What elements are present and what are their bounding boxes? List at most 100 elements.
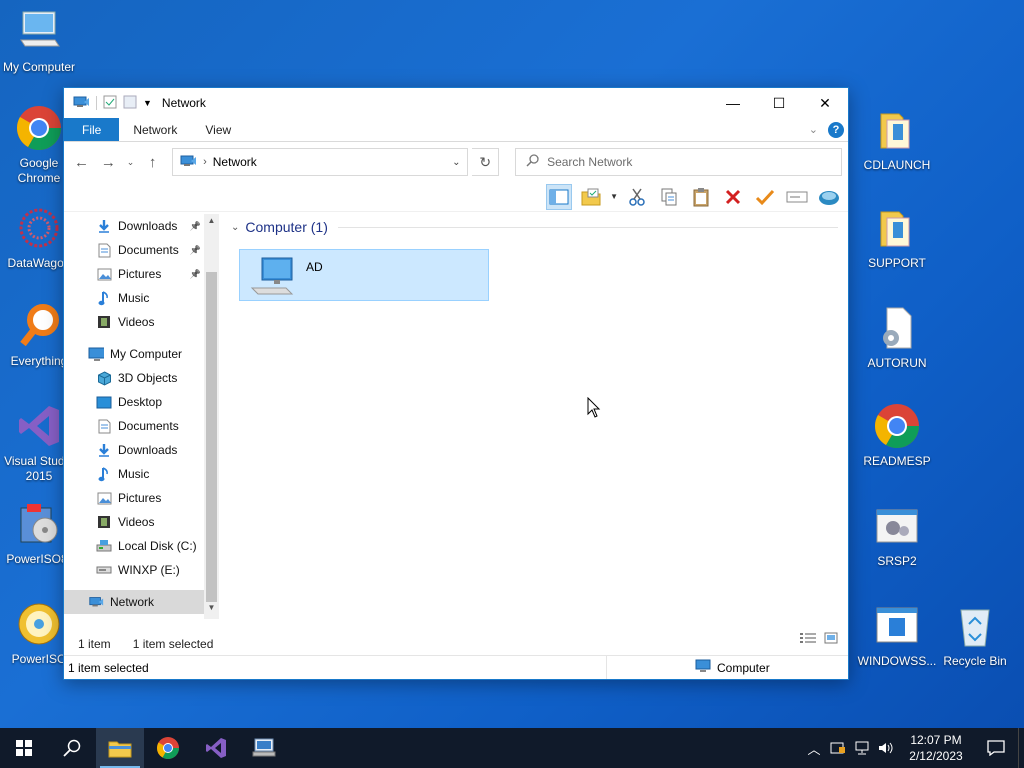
poweriso-disc-icon — [15, 600, 63, 648]
nav-item-local-disk-c[interactable]: Local Disk (C:) — [64, 534, 219, 558]
show-desktop-button[interactable] — [1018, 728, 1024, 768]
nav-item-label: Network — [110, 595, 155, 609]
close-button[interactable]: ✕ — [802, 88, 848, 118]
taskbar-chrome[interactable] — [144, 728, 192, 768]
file-list[interactable]: ⌄ Computer (1) AD — [229, 214, 848, 619]
properties-icon[interactable] — [103, 95, 117, 112]
pin-icon: 📌 — [189, 268, 201, 279]
nav-item-videos[interactable]: Videos — [64, 310, 219, 334]
recent-locations-button[interactable]: ⌄ — [124, 150, 137, 174]
nav-item-pictures[interactable]: Pictures — [64, 486, 219, 510]
computer-item-label: AD — [306, 260, 323, 274]
computer-item-tile[interactable]: AD — [239, 249, 489, 301]
navigation-pane[interactable]: Downloads 📌 Documents 📌 Pictures 📌 Music Videos… — [64, 214, 219, 619]
search-icon — [526, 154, 539, 170]
ribbon-tabs: File Network View ⌄ ? — [64, 118, 848, 142]
status-zone: Computer — [606, 656, 848, 679]
forward-button[interactable]: → — [97, 150, 120, 174]
settings-file-icon — [873, 304, 921, 352]
chevron-down-icon[interactable]: ▼ — [610, 192, 618, 201]
expand-ribbon-icon[interactable]: ⌄ — [809, 123, 818, 136]
nav-item-my-computer[interactable]: My Computer — [64, 342, 219, 366]
nav-item-downloads[interactable]: Downloads 📌 — [64, 214, 219, 238]
scroll-up-icon[interactable]: ▲ — [204, 216, 219, 230]
nav-item-winxp-e[interactable]: WINXP (E:) — [64, 558, 219, 582]
title-bar[interactable]: ▼ Network — ☐ ✕ — [64, 88, 848, 118]
nav-item-label: Pictures — [118, 491, 162, 505]
tab-network[interactable]: Network — [119, 118, 191, 141]
delete-icon[interactable] — [720, 184, 746, 210]
status-zone-label: Computer — [717, 660, 770, 675]
taskbar-visual-studio[interactable] — [192, 728, 240, 768]
notifications-button[interactable] — [974, 740, 1018, 756]
checkmark-icon[interactable] — [752, 184, 778, 210]
nav-item-desktop[interactable]: Desktop — [64, 390, 219, 414]
desktop-icon-support[interactable]: SUPPORT — [857, 204, 937, 271]
copy-icon[interactable] — [656, 184, 682, 210]
pin-icon: 📌 — [189, 244, 201, 255]
desktop-icon-windowss[interactable]: WINDOWSS... — [857, 602, 937, 669]
chrome-icon — [15, 104, 63, 152]
help-icon[interactable]: ? — [828, 121, 844, 138]
mouse-cursor-icon — [587, 396, 601, 422]
nav-item-pictures[interactable]: Pictures 📌 — [64, 262, 219, 286]
desktop-icon-my-computer[interactable]: My Computer — [0, 8, 79, 75]
new-folder-icon[interactable] — [123, 95, 137, 112]
clock[interactable]: 12:07 PM 2/12/2023 — [898, 732, 974, 764]
nav-item-music[interactable]: Music — [64, 286, 219, 310]
nav-item-network[interactable]: Network — [64, 590, 219, 614]
file-explorer-window[interactable]: ▼ Network — ☐ ✕ File Network View ⌄ ? ← … — [63, 87, 849, 680]
group-header[interactable]: ⌄ Computer (1) — [231, 214, 848, 240]
paste-icon[interactable] — [688, 184, 714, 210]
refresh-button[interactable]: ↻ — [472, 148, 500, 176]
chevron-down-icon[interactable]: ⌄ — [231, 222, 239, 233]
address-bar[interactable]: › Network ⌄ — [172, 148, 469, 176]
nav-item-downloads[interactable]: Downloads — [64, 438, 219, 462]
windows-logo-icon — [16, 740, 32, 756]
start-button[interactable] — [0, 728, 48, 768]
security-icon[interactable] — [826, 741, 850, 755]
breadcrumb-separator-icon[interactable]: › — [203, 156, 207, 168]
taskbar-file-explorer[interactable] — [96, 728, 144, 768]
search-button[interactable] — [48, 728, 96, 768]
nav-item-documents[interactable]: Documents — [64, 414, 219, 438]
maximize-button[interactable]: ☐ — [756, 88, 802, 118]
network-status-icon[interactable] — [850, 741, 874, 755]
details-view-icon[interactable] — [800, 632, 816, 647]
network-sharing-icon[interactable] — [816, 184, 842, 210]
desktop-icon-srsp2[interactable]: SRSP2 — [857, 502, 937, 569]
minimize-button[interactable]: — — [710, 88, 756, 118]
search-box[interactable]: Search Network — [515, 148, 842, 176]
back-button[interactable]: ← — [70, 150, 93, 174]
large-icons-view-icon[interactable] — [824, 632, 838, 647]
breadcrumb[interactable]: Network — [213, 155, 257, 169]
up-button[interactable]: ↑ — [141, 150, 164, 174]
cut-icon[interactable] — [624, 184, 650, 210]
nav-item-label: 3D Objects — [118, 371, 178, 385]
search-input[interactable]: Search Network — [547, 155, 632, 169]
chevron-up-icon[interactable]: ︿ — [802, 739, 826, 758]
properties-folder-icon[interactable] — [578, 184, 604, 210]
address-dropdown-icon[interactable]: ⌄ — [445, 157, 467, 168]
desktop-icon-cdlaunch[interactable]: CDLAUNCH — [857, 106, 937, 173]
scroll-thumb[interactable] — [206, 272, 217, 602]
nav-scrollbar[interactable]: ▲ ▼ — [204, 214, 219, 619]
rename-icon[interactable] — [784, 184, 810, 210]
desktop-icon-recycle-bin[interactable]: Recycle Bin — [935, 602, 1015, 669]
nav-item-documents[interactable]: Documents 📌 — [64, 238, 219, 262]
chevron-down-icon[interactable]: ▼ — [143, 98, 152, 108]
nav-item-music[interactable]: Music — [64, 462, 219, 486]
desktop-icon-readmesp[interactable]: READMESP — [857, 402, 937, 469]
tab-file[interactable]: File — [64, 118, 120, 141]
volume-icon[interactable] — [874, 741, 898, 755]
nav-item-videos[interactable]: Videos — [64, 510, 219, 534]
desktop-icon-label: AUTORUN — [867, 356, 927, 370]
navigation-pane-icon[interactable] — [546, 183, 573, 210]
notification-icon — [987, 740, 1005, 756]
nav-item-3d-objects[interactable]: 3D Objects — [64, 366, 219, 390]
desktop-icon-autorun[interactable]: AUTORUN — [857, 304, 937, 371]
scroll-down-icon[interactable]: ▼ — [204, 603, 219, 617]
tab-view[interactable]: View — [191, 118, 245, 141]
clock-date: 2/12/2023 — [909, 749, 963, 763]
taskbar-network-app[interactable] — [240, 728, 288, 768]
